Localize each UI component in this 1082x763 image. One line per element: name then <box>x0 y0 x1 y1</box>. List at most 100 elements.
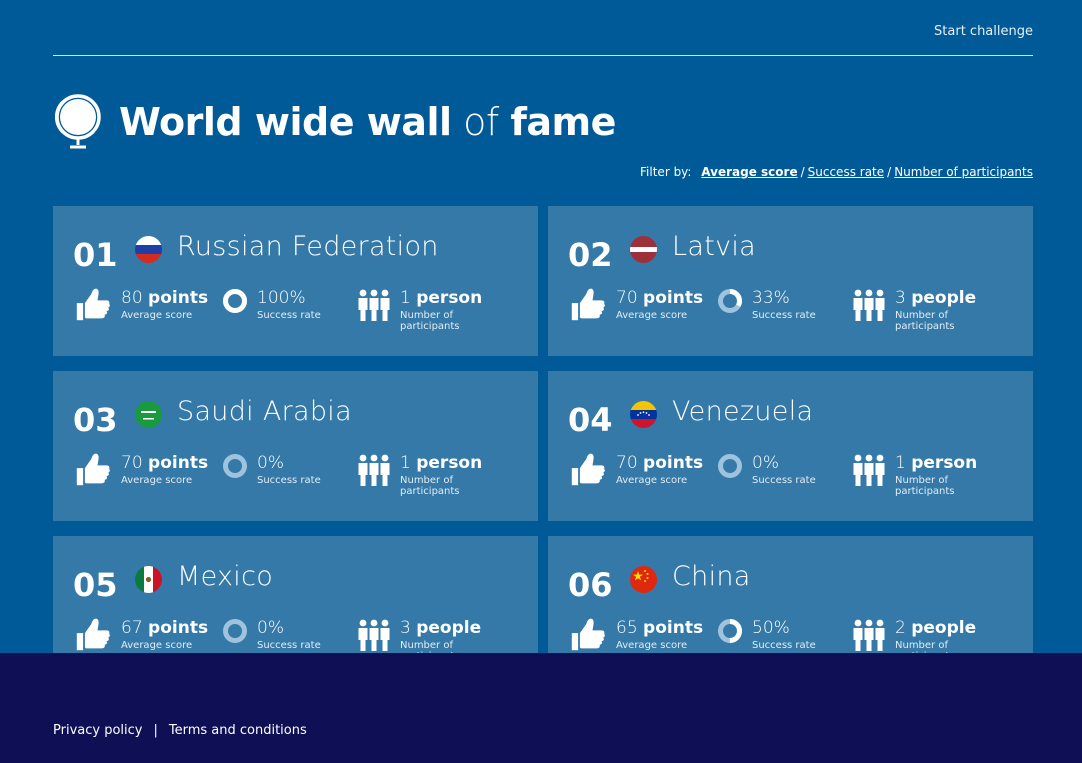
success-rate-ring-icon <box>223 619 247 643</box>
success-value: 0% <box>257 453 284 473</box>
participants-value: 3 <box>400 618 411 638</box>
success-caption: Success rate <box>752 475 816 486</box>
success-rate-ring-icon <box>223 454 247 478</box>
success-value: 100% <box>257 288 306 308</box>
success-value: 50% <box>752 618 790 638</box>
success-caption: Success rate <box>752 310 816 321</box>
rank-number: 02 <box>568 236 613 274</box>
average-score-stat: 70 points Average score <box>616 288 703 321</box>
success-rate-ring-icon <box>718 289 742 313</box>
average-score-stat: 70 points Average score <box>121 453 208 486</box>
success-rate-stat: 0% Success rate <box>257 453 321 486</box>
top-bar: Start challenge <box>53 0 1033 56</box>
country-name: Saudi Arabia <box>177 396 352 427</box>
participants-caption: Number of participants <box>895 310 955 332</box>
success-rate-ring-icon <box>718 454 742 478</box>
people-icon <box>358 289 390 321</box>
score-unit: points <box>148 618 209 638</box>
success-value: 0% <box>752 453 779 473</box>
filter-number-of-participants[interactable]: Number of participants <box>894 165 1033 179</box>
success-caption: Success rate <box>257 475 321 486</box>
success-rate-ring-icon <box>718 619 742 643</box>
success-rate-stat: 0% Success rate <box>752 453 816 486</box>
people-icon <box>358 619 390 651</box>
score-unit: points <box>148 288 209 308</box>
participants-caption: Number of participants <box>895 475 955 497</box>
thumbs-up-icon <box>76 618 110 651</box>
participants-value: 1 <box>895 453 906 473</box>
success-rate-ring-icon <box>223 289 247 313</box>
participants-stat: 1 person Number of participants <box>400 288 482 332</box>
participants-stat: 3 peopleNumber of participants <box>895 288 976 332</box>
start-challenge-link[interactable]: Start challenge <box>934 24 1033 39</box>
rank-number: 01 <box>73 236 118 274</box>
average-score-stat: 80 points Average score <box>121 288 208 321</box>
success-caption: Success rate <box>257 640 321 651</box>
score-caption: Average score <box>616 310 688 321</box>
thumbs-up-icon <box>76 288 110 321</box>
participants-value: 3 <box>895 288 906 308</box>
page-title: World wide wall of fame <box>119 100 616 144</box>
filter-success-rate[interactable]: Success rate <box>808 165 885 179</box>
country-card: 03 Saudi Arabia 70 points Average score 0% Su… <box>53 371 538 521</box>
score-value: 70 <box>616 453 638 473</box>
score-value: 65 <box>616 618 638 638</box>
filter-label: Filter by: <box>640 165 692 179</box>
score-unit: points <box>643 288 704 308</box>
success-rate-stat: 33% Success rate <box>752 288 816 321</box>
score-unit: points <box>643 453 704 473</box>
flag-latvia-icon <box>630 236 657 263</box>
country-name: Venezuela <box>672 396 814 427</box>
score-value: 67 <box>121 618 143 638</box>
participants-stat: 1 person Number of participants <box>895 453 977 497</box>
participants-stat: 1 person Number of participants <box>400 453 482 497</box>
average-score-stat: 70 points Average score <box>616 453 703 486</box>
score-caption: Average score <box>121 475 193 486</box>
country-card: 01 Russian Federation 80 points Average sco… <box>53 206 538 356</box>
average-score-stat: 67 points Average score <box>121 618 208 651</box>
country-card: 02 Latvia 70 points Average score 33% Success… <box>548 206 1033 356</box>
participants-unit: people <box>416 618 482 638</box>
thumbs-up-icon <box>76 453 110 486</box>
country-name: China <box>672 561 751 592</box>
people-icon <box>853 289 885 321</box>
rank-number: 04 <box>568 401 613 439</box>
success-caption: Success rate <box>752 640 816 651</box>
participants-caption: Number of participants <box>400 310 460 332</box>
privacy-policy-link[interactable]: Privacy policy <box>53 723 142 738</box>
participants-unit: people <box>911 618 977 638</box>
score-value: 80 <box>121 288 143 308</box>
thumbs-up-icon <box>571 288 605 321</box>
footer-divider: | <box>153 723 158 738</box>
rank-number: 06 <box>568 566 613 604</box>
success-value: 0% <box>257 618 284 638</box>
filter-bar: Filter by: Average score / Success rate / Nu… <box>640 165 1033 179</box>
success-value: 33% <box>752 288 790 308</box>
score-caption: Average score <box>616 640 688 651</box>
success-rate-stat: 100% Success rate <box>257 288 321 321</box>
rank-number: 03 <box>73 401 118 439</box>
country-name: Russian Federation <box>177 231 439 262</box>
participants-unit: person <box>416 453 483 473</box>
participants-unit: person <box>911 453 978 473</box>
page-header: World wide wall of fame <box>53 92 616 152</box>
participants-value: 2 <box>895 618 906 638</box>
score-unit: points <box>643 618 704 638</box>
flag-saudi-arabia-icon <box>135 401 162 428</box>
country-card: 04 Venezuela 70 points Average score 0% Succe… <box>548 371 1033 521</box>
score-unit: points <box>148 453 209 473</box>
country-name: Latvia <box>672 231 756 262</box>
score-caption: Average score <box>616 475 688 486</box>
participants-unit: person <box>416 288 483 308</box>
rank-number: 05 <box>73 566 118 604</box>
globe-icon <box>55 94 101 149</box>
flag-mexico-icon <box>135 566 162 593</box>
people-icon <box>358 454 390 486</box>
flag-china-icon <box>630 566 657 593</box>
footer: Privacy policy | Terms and conditions <box>0 653 1082 763</box>
flag-russia-icon <box>135 236 162 263</box>
filter-average-score[interactable]: Average score <box>701 165 797 179</box>
terms-link[interactable]: Terms and conditions <box>169 723 307 738</box>
success-rate-stat: 50% Success rate <box>752 618 816 651</box>
success-caption: Success rate <box>257 310 321 321</box>
